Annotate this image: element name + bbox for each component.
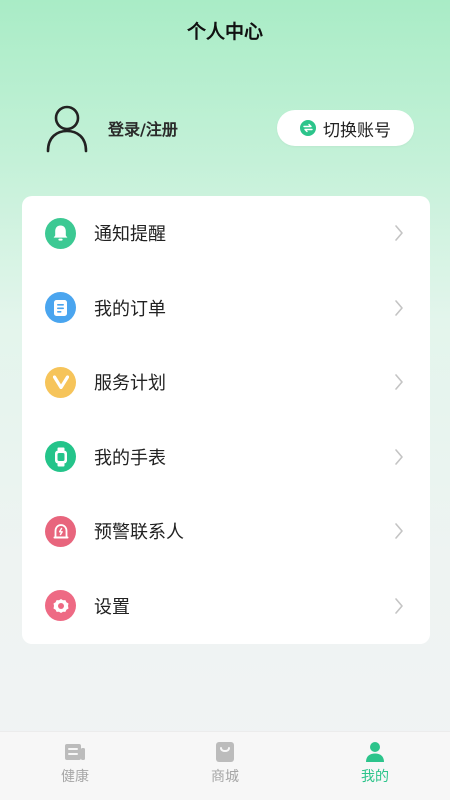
menu-item-settings[interactable]: 设置: [22, 569, 430, 644]
switch-account-label: 切换账号: [323, 120, 391, 141]
menu-item-label: 预警联系人: [94, 522, 184, 544]
menu-item-label: 服务计划: [94, 373, 166, 395]
chevron-right-icon: [395, 523, 403, 540]
person-icon: [364, 741, 386, 763]
tab-mall[interactable]: 商城: [150, 732, 300, 800]
menu-item-service-plan[interactable]: 服务计划: [22, 345, 430, 420]
menu-item-label: 我的订单: [94, 298, 166, 320]
gear-icon: [45, 590, 76, 622]
tab-label: 商城: [211, 769, 239, 785]
bottom-tab-bar: 健康 商城 我的: [0, 731, 450, 800]
alert-icon: [45, 515, 76, 547]
tab-health[interactable]: 健康: [0, 732, 150, 800]
menu-item-label: 设置: [94, 596, 130, 618]
menu-item-notifications[interactable]: 通知提醒: [22, 196, 430, 271]
menu-card: 通知提醒 我的订单 服务计划 我的手表 预警联系人 设置: [22, 196, 430, 644]
chevron-right-icon: [395, 299, 403, 316]
tab-mine[interactable]: 我的: [300, 732, 450, 800]
bell-icon: [45, 217, 76, 249]
menu-item-label: 通知提醒: [94, 224, 166, 246]
menu-item-watch[interactable]: 我的手表: [22, 420, 430, 495]
switch-account-button[interactable]: 切换账号: [277, 110, 414, 146]
menu-item-label: 我的手表: [94, 447, 166, 469]
swap-icon: [300, 120, 316, 136]
chevron-right-icon: [395, 225, 403, 242]
tab-label: 我的: [361, 769, 389, 785]
document-icon: [45, 292, 76, 324]
news-icon: [64, 741, 86, 763]
chevron-right-icon: [395, 597, 403, 614]
chevron-right-icon: [395, 374, 403, 391]
login-register-link[interactable]: 登录/注册: [108, 116, 178, 140]
menu-item-orders[interactable]: 我的订单: [22, 271, 430, 346]
watch-icon: [45, 441, 76, 473]
v-badge-icon: [45, 366, 76, 398]
tab-label: 健康: [61, 769, 89, 785]
shopping-bag-icon: [214, 741, 236, 763]
page-title: 个人中心: [186, 21, 263, 43]
chevron-right-icon: [395, 448, 403, 465]
menu-item-emergency-contacts[interactable]: 预警联系人: [22, 494, 430, 569]
avatar-icon[interactable]: [44, 102, 90, 154]
status-bar: [0, 0, 450, 16]
